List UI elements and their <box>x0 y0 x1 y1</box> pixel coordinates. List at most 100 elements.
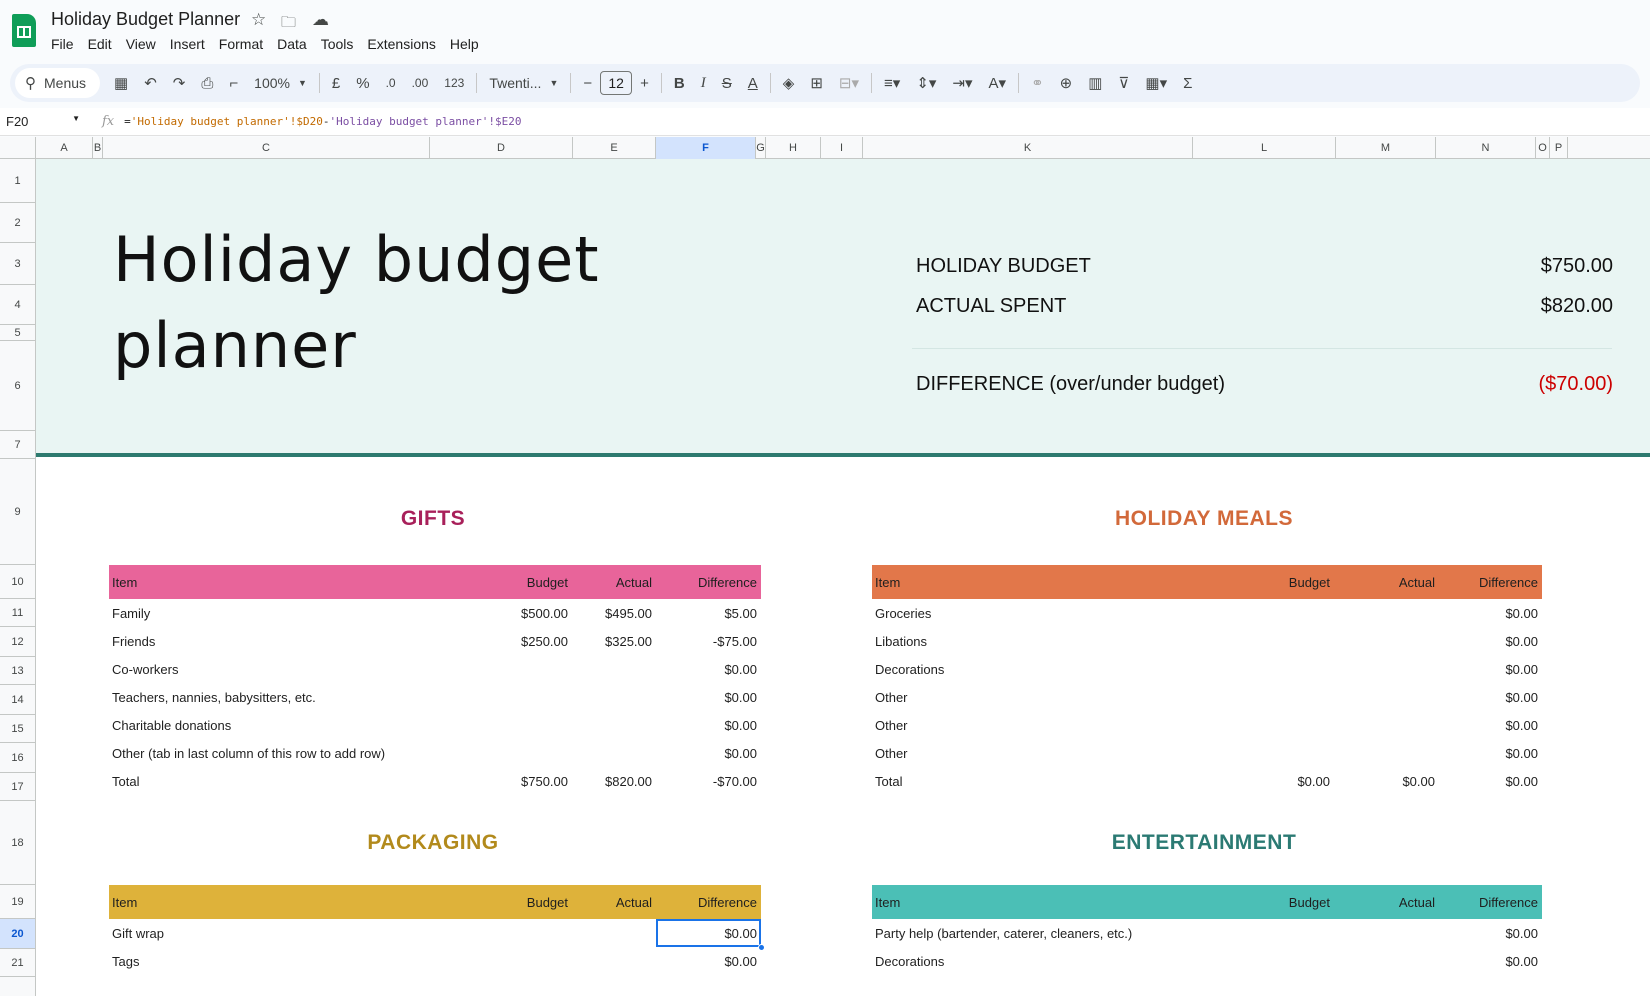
more-formats-button[interactable]: 123 <box>436 76 472 90</box>
holiday-budget-value[interactable]: $750.00 <box>1541 255 1613 278</box>
cell-budget[interactable]: $250.00 <box>430 627 573 655</box>
insert-comment-icon[interactable]: ⊕ <box>1052 74 1081 92</box>
row-header[interactable]: 1 <box>0 159 35 203</box>
menu-format[interactable]: Format <box>212 34 270 54</box>
row-header[interactable]: 9 <box>0 459 35 565</box>
cell-item[interactable]: Teachers, nannies, babysitters, etc. <box>112 683 316 711</box>
menu-file[interactable]: File <box>44 34 81 54</box>
italic-button[interactable]: I <box>693 75 714 92</box>
cell-item[interactable]: Other <box>875 711 908 739</box>
currency-button[interactable]: £ <box>324 75 348 92</box>
text-wrap-icon[interactable]: ⇥▾ <box>944 74 980 92</box>
row-header[interactable]: 11 <box>0 599 35 627</box>
cell-actual[interactable] <box>1336 711 1439 739</box>
cell-diff[interactable]: $0.00 <box>656 947 761 975</box>
column-header[interactable]: P <box>1550 137 1568 159</box>
menu-data[interactable]: Data <box>270 34 314 54</box>
cell-actual[interactable] <box>573 919 656 947</box>
row-header[interactable]: 6 <box>0 341 35 431</box>
cell-item[interactable]: Family <box>112 599 150 627</box>
print-icon[interactable]: ⎙ <box>193 75 221 92</box>
cell-item[interactable]: Decorations <box>875 655 944 683</box>
row-header[interactable]: 19 <box>0 885 35 919</box>
column-header[interactable]: A <box>36 137 93 159</box>
font-size-decrease-icon[interactable]: − <box>575 75 600 92</box>
menu-edit[interactable]: Edit <box>81 34 119 54</box>
merge-cells-icon[interactable]: ⊟▾ <box>831 74 867 92</box>
filter-icon[interactable]: ⊽ <box>1110 74 1137 92</box>
cell-diff[interactable]: $0.00 <box>1439 655 1542 683</box>
cell-actual[interactable] <box>1336 683 1439 711</box>
cell-diff[interactable]: $0.00 <box>1439 919 1542 947</box>
column-header[interactable]: G <box>756 137 766 159</box>
column-header[interactable]: O <box>1536 137 1550 159</box>
cell-item[interactable]: Charitable donations <box>112 711 231 739</box>
percent-button[interactable]: % <box>348 75 377 92</box>
cell-item[interactable]: Co-workers <box>112 655 178 683</box>
insert-link-icon[interactable]: ⚭ <box>1023 74 1052 92</box>
menu-insert[interactable]: Insert <box>163 34 212 54</box>
cell-actual[interactable]: $495.00 <box>573 599 656 627</box>
cell-item[interactable]: Groceries <box>875 599 931 627</box>
cell-actual[interactable] <box>573 683 656 711</box>
cell-actual[interactable]: $325.00 <box>573 627 656 655</box>
column-header[interactable]: I <box>821 137 863 159</box>
increase-decimal-button[interactable]: .00 <box>404 76 437 90</box>
cell-actual[interactable] <box>573 947 656 975</box>
cell-diff[interactable]: $0.00 <box>1439 599 1542 627</box>
fill-color-icon[interactable]: ◈ <box>775 74 803 92</box>
menu-extensions[interactable]: Extensions <box>360 34 442 54</box>
cell-actual[interactable] <box>1336 599 1439 627</box>
cell-actual[interactable] <box>1336 627 1439 655</box>
column-header[interactable]: B <box>93 137 103 159</box>
column-header[interactable]: M <box>1336 137 1436 159</box>
strikethrough-icon[interactable]: S <box>714 75 740 92</box>
formula-input[interactable]: ='Holiday budget planner'!$D20-'Holiday … <box>124 115 521 128</box>
row-header[interactable]: 4 <box>0 285 35 325</box>
column-header[interactable]: D <box>430 137 573 159</box>
row-header[interactable]: 2 <box>0 203 35 243</box>
calendar-icon[interactable]: ▦ <box>106 74 136 92</box>
cell-diff[interactable]: $0.00 <box>1439 767 1542 795</box>
cell-actual[interactable] <box>1336 655 1439 683</box>
cell-budget[interactable] <box>1193 739 1336 767</box>
column-header[interactable]: H <box>766 137 821 159</box>
row-header[interactable]: 18 <box>0 801 35 885</box>
functions-button[interactable]: Σ <box>1175 75 1200 92</box>
insert-chart-icon[interactable]: ▥ <box>1080 74 1110 92</box>
menu-tools[interactable]: Tools <box>314 34 361 54</box>
row-header[interactable]: 12 <box>0 627 35 657</box>
font-size-increase-icon[interactable]: + <box>632 75 657 92</box>
row-header[interactable]: 15 <box>0 715 35 743</box>
cell-budget[interactable] <box>430 947 573 975</box>
column-header[interactable]: L <box>1193 137 1336 159</box>
cell-item[interactable]: Libations <box>875 627 927 655</box>
name-box[interactable]: F20 ▼ <box>0 114 86 129</box>
cell-diff[interactable]: $0.00 <box>1439 683 1542 711</box>
cell-item[interactable]: Other (tab in last column of this row to… <box>112 739 385 767</box>
cell-budget[interactable] <box>1193 683 1336 711</box>
row-header[interactable]: 21 <box>0 949 35 977</box>
cell-item[interactable]: Gift wrap <box>112 919 164 947</box>
cell-diff[interactable]: $5.00 <box>656 599 761 627</box>
row-header[interactable]: 13 <box>0 657 35 685</box>
cell-budget[interactable]: $500.00 <box>430 599 573 627</box>
bold-button[interactable]: B <box>666 75 693 92</box>
actual-spent-value[interactable]: $820.00 <box>1541 295 1613 318</box>
row-header[interactable]: 5 <box>0 325 35 341</box>
undo-icon[interactable]: ↶ <box>136 74 165 92</box>
row-header[interactable]: 10 <box>0 565 35 599</box>
cell-budget[interactable] <box>1193 599 1336 627</box>
filter-views-icon[interactable]: ▦▾ <box>1137 74 1175 92</box>
cell-diff[interactable]: $0.00 <box>1439 739 1542 767</box>
select-all-corner[interactable] <box>0 137 36 159</box>
cell-diff[interactable]: -$70.00 <box>656 767 761 795</box>
row-header[interactable]: 16 <box>0 743 35 773</box>
column-header-selected[interactable]: F <box>656 137 756 159</box>
cell-diff[interactable]: $0.00 <box>656 739 761 767</box>
cell-item[interactable]: Total <box>112 767 139 795</box>
cell-budget[interactable] <box>1193 627 1336 655</box>
cell-budget[interactable]: $0.00 <box>1193 767 1336 795</box>
text-color-icon[interactable]: A <box>740 75 766 92</box>
cell-budget[interactable] <box>430 919 573 947</box>
